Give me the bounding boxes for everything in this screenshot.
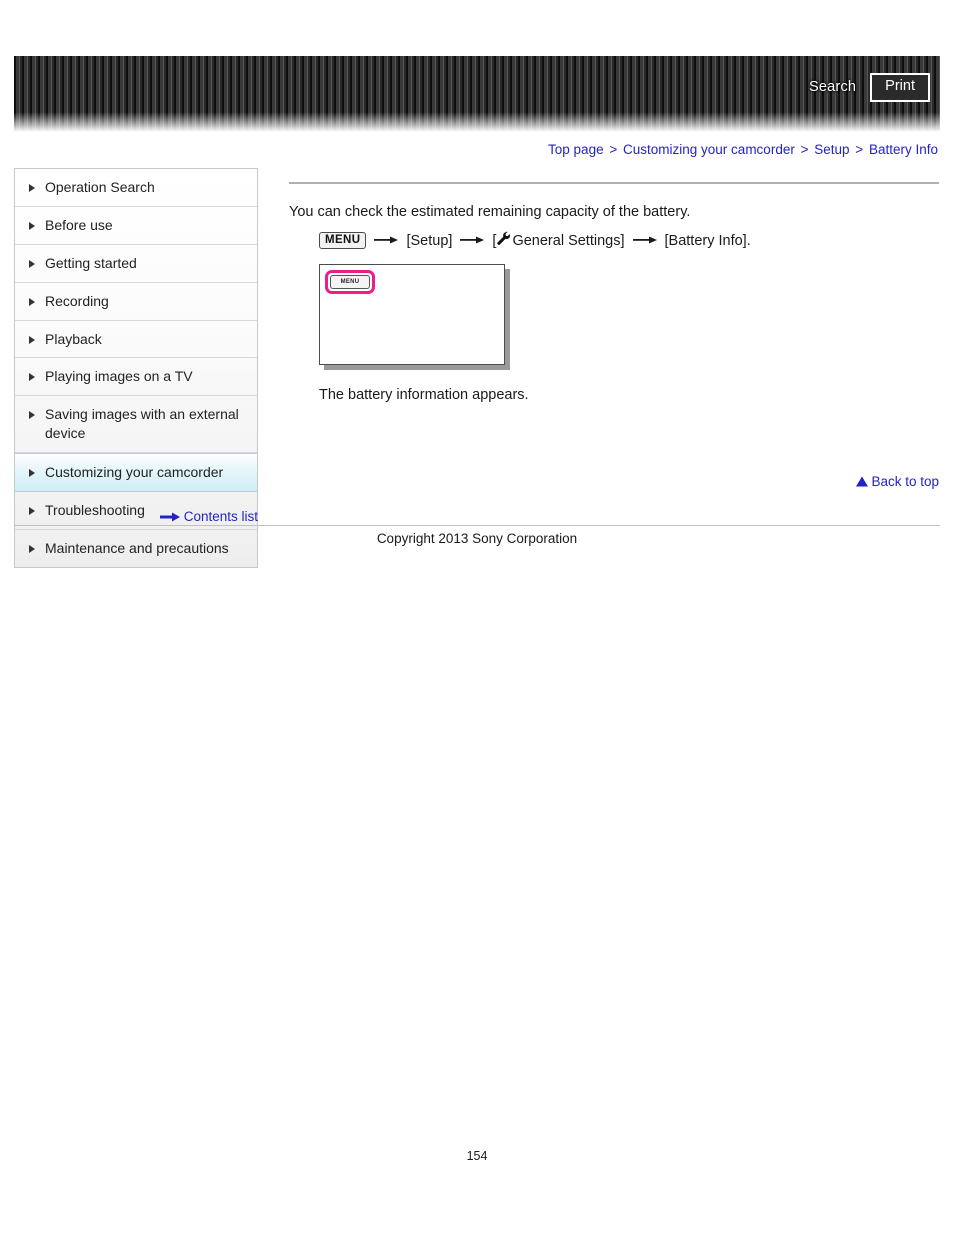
contents-list-link[interactable]: Contents list xyxy=(184,509,258,524)
arrow-right-icon xyxy=(632,233,657,249)
chevron-right-icon xyxy=(29,335,39,344)
menu-path: MENU [Setup] [ General Settings] [Batter… xyxy=(319,231,939,250)
chevron-right-icon xyxy=(29,373,39,382)
search-link[interactable]: Search xyxy=(809,79,856,95)
chevron-right-icon xyxy=(29,221,39,230)
sidebar-item-operation-search[interactable]: Operation Search xyxy=(15,169,257,207)
sidebar-item-playing-images-on-a-tv[interactable]: Playing images on a TV xyxy=(15,358,257,397)
content-divider xyxy=(289,182,939,184)
sidebar-item-label: Recording xyxy=(45,292,109,309)
contents-list: Contents list xyxy=(14,509,258,525)
wrench-icon xyxy=(496,231,511,250)
sidebar-item-before-use[interactable]: Before use xyxy=(15,207,257,245)
chevron-right-icon xyxy=(29,259,39,268)
copyright-text: Copyright 2013 Sony Corporation xyxy=(376,531,578,546)
chevron-right-icon xyxy=(29,469,39,478)
header-actions: Search Print xyxy=(809,73,930,102)
sidebar-item-label: Getting started xyxy=(45,254,137,271)
chevron-right-icon xyxy=(29,411,39,420)
chevron-right-icon xyxy=(29,544,39,553)
sidebar: Operation Search Before use Getting star… xyxy=(14,168,258,568)
lcd-screen-illustration: MENU xyxy=(319,264,510,371)
arrow-right-icon xyxy=(374,233,399,249)
chevron-right-icon xyxy=(29,297,39,306)
sidebar-item-label: Saving images with an external device xyxy=(45,406,239,442)
sidebar-item-label: Before use xyxy=(45,216,113,233)
sidebar-item-label: Playback xyxy=(45,330,102,347)
triangle-up-icon xyxy=(856,475,869,490)
sidebar-item-label: Customizing your camcorder xyxy=(45,464,224,481)
intro-text: You can check the estimated remaining ca… xyxy=(289,204,691,220)
breadcrumb-item-top-page[interactable]: Top page xyxy=(548,142,604,157)
sidebar-item-getting-started[interactable]: Getting started xyxy=(15,245,257,283)
menu-button-chip: MENU xyxy=(319,231,367,250)
footer-divider xyxy=(14,525,940,526)
back-to-top: Back to top xyxy=(289,474,939,490)
sidebar-item-recording[interactable]: Recording xyxy=(15,283,257,321)
result-text: The battery information appears. xyxy=(319,387,529,404)
breadcrumb-separator: > xyxy=(855,142,864,157)
menu-path-step-general-settings: General Settings] xyxy=(512,232,625,249)
arrow-right-icon xyxy=(159,510,180,525)
back-to-top-link[interactable]: Back to top xyxy=(871,474,939,489)
arrow-right-icon xyxy=(460,233,485,249)
breadcrumb-item-customizing-your-camcorder[interactable]: Customizing your camcorder xyxy=(623,142,795,157)
sidebar-item-label: Playing images on a TV xyxy=(45,368,193,385)
sidebar-item-playback[interactable]: Playback xyxy=(15,321,257,359)
sidebar-item-label: Operation Search xyxy=(45,179,155,195)
main-content: You can check the estimated remaining ca… xyxy=(289,182,939,403)
breadcrumb-item-battery-info[interactable]: Battery Info xyxy=(869,142,938,157)
breadcrumb-separator: > xyxy=(800,142,809,157)
print-button[interactable]: Print xyxy=(870,73,930,102)
lcd-screen-frame: MENU xyxy=(319,264,505,366)
breadcrumb-separator: > xyxy=(609,142,618,157)
highlight-callout-box xyxy=(325,270,375,295)
breadcrumb: Top page > Customizing your camcorder > … xyxy=(548,142,938,157)
breadcrumb-item-setup[interactable]: Setup xyxy=(814,142,849,157)
chevron-right-icon xyxy=(29,184,39,192)
header-banner: Search Print xyxy=(14,56,940,132)
sidebar-item-saving-images-with-an-external-device[interactable]: Saving images with an external device xyxy=(15,396,257,454)
sidebar-item-customizing-your-camcorder[interactable]: Customizing your camcorder xyxy=(15,453,257,493)
menu-path-step-setup: [Setup] xyxy=(406,232,453,249)
menu-path-step-battery-info: [Battery Info]. xyxy=(664,232,751,249)
page-number: 154 xyxy=(466,1149,488,1163)
